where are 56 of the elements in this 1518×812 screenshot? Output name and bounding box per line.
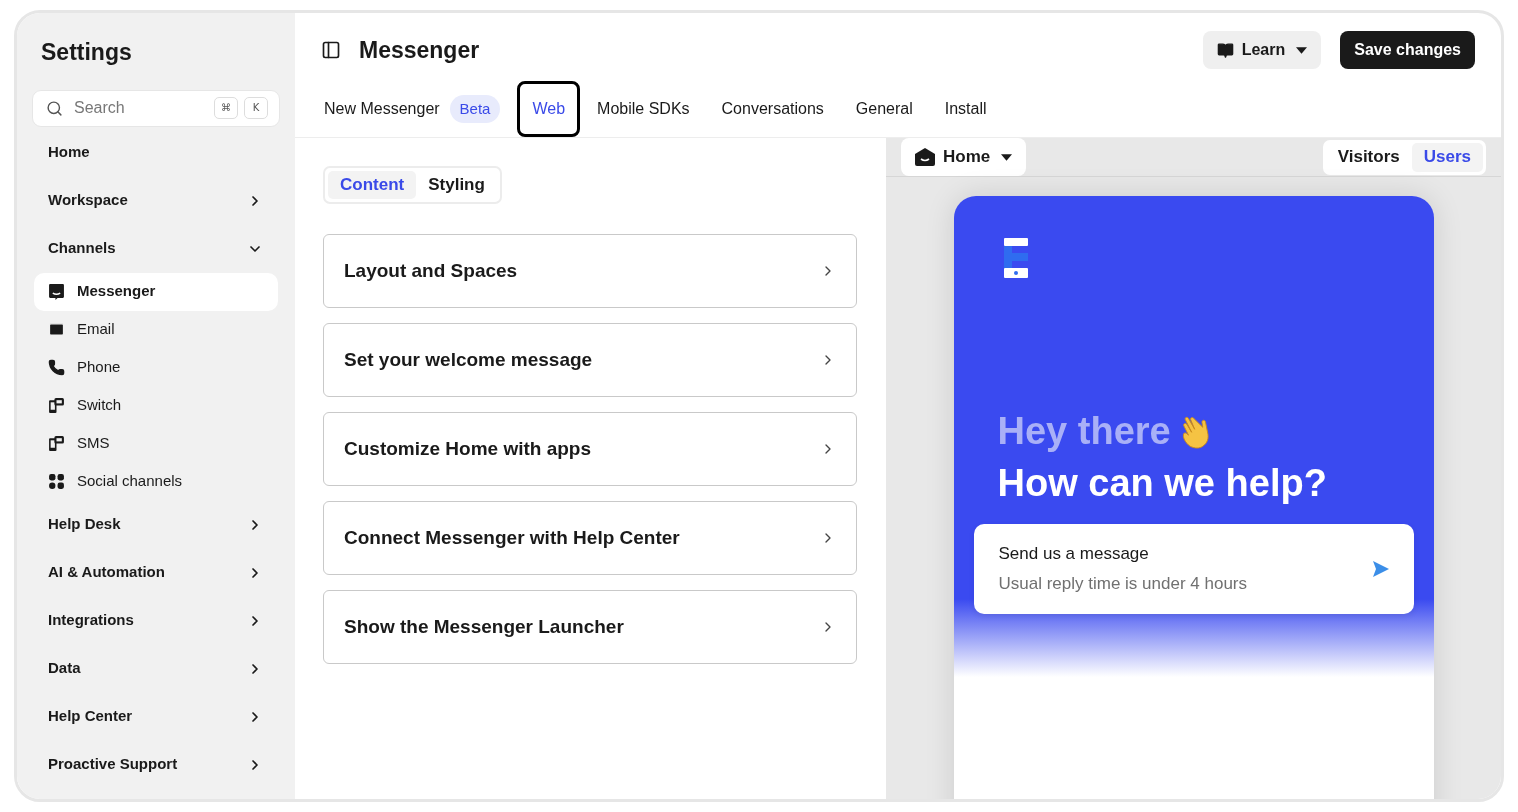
- book-icon: [1216, 41, 1234, 59]
- nav-group[interactable]: Channels: [17, 224, 295, 273]
- nav-group[interactable]: Data: [17, 644, 295, 693]
- channel-item[interactable]: Social channels: [34, 462, 278, 501]
- phone-icon: [48, 359, 65, 376]
- beta-badge: Beta: [449, 94, 501, 124]
- tab[interactable]: Install: [929, 81, 1002, 137]
- grid-dots-icon: [48, 473, 65, 490]
- nav-group[interactable]: Proactive Support: [17, 740, 295, 789]
- caret-icon: [1296, 46, 1308, 54]
- message-card[interactable]: Send us a message Usual reply time is under 4 hours: [973, 523, 1414, 614]
- caret-icon: [1001, 153, 1013, 161]
- sidebar-toggle-icon[interactable]: [321, 40, 341, 60]
- segment-tab[interactable]: Styling: [416, 171, 497, 199]
- tab[interactable]: New Messenger Beta: [321, 81, 516, 137]
- settings-section[interactable]: Layout and Spaces: [323, 234, 857, 308]
- tab[interactable]: Web: [517, 81, 581, 137]
- settings-section[interactable]: Show the Messenger Launcher: [323, 590, 857, 664]
- settings-section[interactable]: Customize Home with apps: [323, 412, 857, 486]
- settings-section[interactable]: Connect Messenger with Help Center: [323, 501, 857, 575]
- headline-text: How can we help?: [997, 461, 1328, 506]
- channel-item[interactable]: SMS: [34, 424, 278, 463]
- tab[interactable]: Conversations: [706, 81, 839, 137]
- settings-section[interactable]: Set your welcome message: [323, 323, 857, 397]
- nav-group[interactable]: AI & Automation: [17, 548, 295, 597]
- nav-link[interactable]: Home: [48, 141, 90, 164]
- card-title: Send us a message: [998, 543, 1150, 565]
- audience-tab[interactable]: Users: [1411, 142, 1483, 172]
- channel-item[interactable]: Switch: [34, 386, 278, 425]
- tab[interactable]: General: [840, 81, 928, 137]
- channel-item[interactable]: Messenger: [34, 272, 278, 311]
- learn-button[interactable]: Learn: [1202, 31, 1322, 69]
- nav-group[interactable]: Help Desk: [17, 500, 295, 549]
- segment-tab[interactable]: Content: [328, 171, 417, 199]
- phone-message-icon: [48, 435, 65, 452]
- shortcut-key: K: [244, 96, 268, 119]
- audience-tab[interactable]: Visitors: [1325, 142, 1412, 172]
- nav-group[interactable]: Workspace: [17, 176, 295, 225]
- nav-group[interactable]: Integrations: [17, 596, 295, 645]
- shortcut-key: ⌘: [214, 96, 238, 119]
- page-select[interactable]: Home: [901, 138, 1027, 176]
- tab[interactable]: Mobile SDKs: [582, 81, 705, 137]
- chat-icon: [48, 283, 65, 300]
- nav-group[interactable]: Help Center: [17, 692, 295, 741]
- sidebar-title: Settings: [40, 38, 133, 67]
- brand-logo-icon: [1003, 238, 1028, 278]
- greeting-text: Hey there: [997, 409, 1171, 454]
- channel-item[interactable]: Phone: [34, 348, 278, 387]
- house-icon: [915, 148, 935, 166]
- phone-message-icon: [48, 397, 65, 414]
- card-subtitle: Usual reply time is under 4 hours: [998, 572, 1247, 595]
- send-icon: [1372, 560, 1389, 577]
- search-icon: [46, 99, 63, 117]
- save-button[interactable]: Save changes: [1340, 31, 1475, 69]
- page-title: Messenger: [359, 35, 480, 65]
- channel-item[interactable]: Email: [34, 310, 278, 349]
